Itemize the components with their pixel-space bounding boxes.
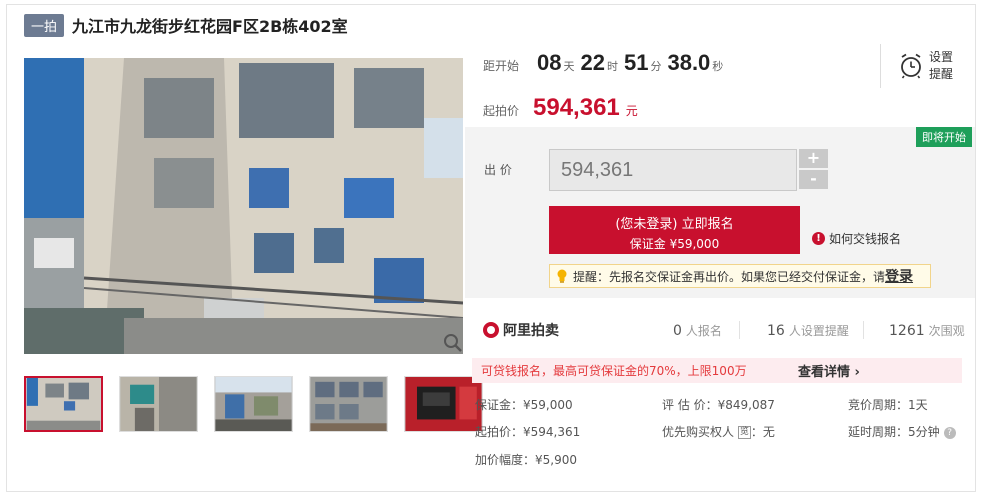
divider [739,321,740,339]
priority-buyer-value: ：无 [750,425,775,439]
loan-promo-banner: 可贷钱报名，最高可贷保证金的70%，上限100万 查看详情 › [472,358,962,383]
divider [863,321,864,339]
priority-buyer-detail: 优先购买权人 览：无 [662,423,775,440]
ali-auction-logo: 阿里拍卖 [483,320,559,340]
title-row: 一拍 九江市九龙街步红花园F区2B栋402室 [24,13,348,37]
increment-detail: 加价幅度：¥5,900 [475,453,577,467]
help-icon[interactable]: ? [943,426,956,439]
signup-count: 0 人报名 [673,322,722,339]
priority-buyer-tag: 览 [737,426,751,439]
priority-buyer-label: 优先购买权人 [662,425,735,439]
start-price-unit: 元 [625,104,638,118]
auction-round-badge: 一拍 [24,13,65,37]
reminder-count-label: 人设置提醒 [788,323,849,338]
countdown-label: 距开始 [483,59,520,73]
thumbnail-strip [24,376,499,432]
signup-deposit-label: 保证金 ¥59,000 [629,237,720,251]
view-count: 1261 次围观 [889,322,965,339]
thumbnail[interactable] [119,376,198,432]
thumbnail[interactable] [24,376,103,432]
how-to-pay-link[interactable]: ! 如何交钱报名 [812,230,901,247]
status-badge: 即将开始 [916,127,972,147]
signup-button[interactable]: (您未登录) 立即报名 保证金 ¥59,000 [549,206,800,254]
delay-cycle-detail: 延时周期：5分钟? [848,423,956,440]
set-reminder-button[interactable]: 设置提醒 [880,44,955,88]
ali-auction-icon [483,322,499,338]
thumbnail[interactable] [404,376,483,432]
main-photo[interactable] [24,58,463,354]
set-reminder-label: 设置提醒 [929,50,954,81]
thumbnail[interactable] [214,376,293,432]
brand-label: 阿里拍卖 [503,323,559,339]
signup-count-label: 人报名 [685,323,722,338]
start-price-detail: 起拍价：¥594,361 [475,425,581,439]
loan-promo-text: 可贷钱报名，最高可贷保证金的70%，上限100万 [481,364,747,378]
bid-label: 出 价 [484,163,512,177]
login-tip: 提醒：先报名交保证金再出价。如果您已经交付保证金，请 登录 [549,264,931,288]
view-details-link[interactable]: 查看详情 › [798,361,860,380]
countdown-seconds-unit: 秒 [712,60,724,73]
bidding-cycle-detail: 竞价周期：1天 [848,398,928,412]
delay-cycle-label: 延时周期：5分钟 [848,425,940,439]
start-price: 起拍价 594,361 元 [483,94,638,122]
countdown: 距开始 08 天 22 时 51 分 38.0 秒 [483,50,729,76]
reminder-count: 16 人设置提醒 [767,322,849,339]
signup-count-value: 0 [673,322,682,339]
deposit-detail: 保证金：¥59,000 [475,398,573,412]
countdown-seconds: 38.0 [667,50,711,75]
lightbulb-icon [557,269,567,283]
start-price-value: 594,361 [533,94,620,121]
alarm-clock-icon [901,53,921,79]
countdown-days-unit: 天 [563,60,575,73]
view-count-value: 1261 [889,322,925,339]
how-to-pay-label: 如何交钱报名 [829,232,902,246]
login-link[interactable]: 登录 [885,266,913,286]
bid-amount-input[interactable]: 594,361 [549,149,797,191]
view-count-label: 次围观 [928,323,965,338]
increase-bid-button[interactable]: + [799,149,828,168]
reminder-count-value: 16 [767,322,785,339]
signup-button-label: (您未登录) 立即报名 [615,217,734,232]
appraisal-detail: 评 估 价：¥849,087 [662,398,775,412]
info-icon: ! [812,232,825,245]
bid-panel: 即将开始 出 价 594,361 + - (您未登录) 立即报名 保证金 ¥59… [465,127,975,298]
start-price-label: 起拍价 [483,104,520,118]
tip-text: 提醒：先报名交保证金再出价。如果您已经交付保证金，请 [573,269,886,284]
zoom-icon[interactable] [443,333,463,353]
countdown-hours-unit: 时 [606,60,618,73]
decrease-bid-button[interactable]: - [799,170,828,189]
thumbnail[interactable] [309,376,388,432]
countdown-minutes-unit: 分 [650,60,662,73]
stats-row: 阿里拍卖 0 人报名 16 人设置提醒 1261 次围观 [483,316,975,344]
page-title: 九江市九龙街步红花园F区2B栋402室 [72,17,348,36]
countdown-days: 08 [537,50,562,75]
countdown-hours: 22 [580,50,605,75]
countdown-minutes: 51 [623,50,649,75]
